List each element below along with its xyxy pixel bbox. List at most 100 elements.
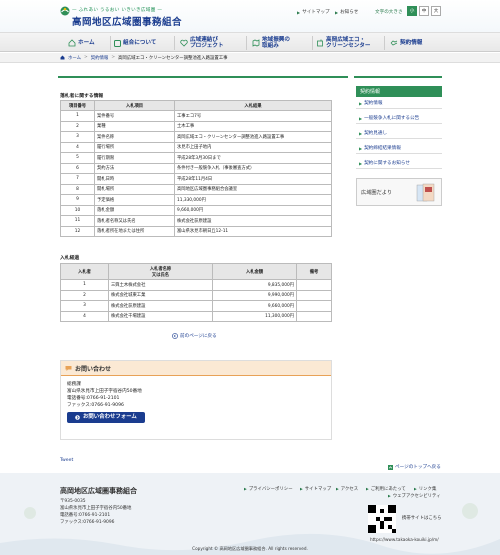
table-cell: 三興土木株式会社 — [108, 279, 213, 291]
nav-project[interactable]: 広域連結び プロジェクト — [180, 33, 224, 53]
banner-label: 広域圏だより — [361, 189, 393, 196]
nav-label: 高岡広域エコ・ クリーンセンター — [326, 37, 371, 49]
font-size-medium-button[interactable]: 中 — [419, 6, 429, 16]
footer-link-accessibility[interactable]: ▶ ウェブアクセシビリティ — [388, 493, 441, 499]
inquiry-form-button[interactable]: お問い合わせフォーム — [67, 412, 145, 423]
back-arrow-icon — [172, 333, 178, 339]
footer-link-access[interactable]: ▶ アクセス — [336, 486, 358, 492]
table-cell: 履行場所 — [94, 141, 175, 153]
table-cell: 8 — [60, 183, 95, 195]
table-cell — [296, 300, 332, 312]
table-cell: 開札場所 — [94, 183, 175, 195]
table-cell: 4 — [60, 141, 95, 153]
footer-link-terms[interactable]: ▶ ご利用にあたって — [366, 486, 406, 492]
inquiry-body: 総務課 富山県氷見市上田子字宿谷内50番地 電話番号:0766-91-2101 … — [61, 376, 331, 428]
nav-divider — [384, 36, 385, 50]
table-cell: 9,660,000円 — [212, 300, 297, 312]
sidebar-item-outlook[interactable]: ▶ 契約見通し — [356, 128, 442, 139]
table-cell: 氷見市上田子地内 — [174, 141, 332, 153]
table-cell: 2 — [60, 289, 109, 301]
sidebar-item-results[interactable]: ▶ 契約締結結果情報 — [356, 143, 442, 154]
breadcrumb-current: 高岡広域エコ・クリーンセンター調整池進入路設置工事 — [118, 55, 228, 61]
column-header: 入札金額 — [212, 263, 297, 280]
table-cell: 案件番号 — [94, 110, 175, 122]
arrow-icon: ▶ — [359, 115, 363, 121]
nav-about[interactable]: 組合について — [114, 33, 156, 53]
breadcrumb-separator: > — [111, 55, 115, 60]
table-cell — [296, 279, 332, 291]
table-row: 4 株式会社千場建設 11,300,000円 — [60, 310, 332, 322]
table-cell: 予定価格 — [94, 194, 175, 206]
footer-postal: 〒935-0035 — [60, 499, 86, 504]
footer-org-name: 高岡地区広域圏事務組合 — [60, 487, 137, 495]
inquiry-dept: 総務課 — [67, 382, 81, 387]
table-cell: 富山県氷見市朝日丘12-11 — [174, 225, 332, 237]
table-row: 10 落札金額 9,660,000円 — [60, 204, 332, 216]
font-size-large-button[interactable]: 大 — [431, 6, 441, 16]
nav-eco-center[interactable]: 高岡広域エコ・ クリーンセンター — [316, 33, 370, 53]
footer-link-sitemap[interactable]: ▶ サイトマップ — [300, 486, 331, 492]
bidding-section-title: 入札経過 — [60, 256, 80, 261]
table-cell: 1 — [60, 110, 95, 122]
page-title-rule — [58, 76, 348, 78]
table-cell: 高岡地区広域圏事務組合会議室 — [174, 183, 332, 195]
column-header: 入札者 — [60, 263, 109, 280]
newsletter-banner[interactable]: 広域圏だより — [356, 178, 442, 206]
font-size-small-button[interactable]: 小 — [407, 6, 417, 16]
table-row: 2 株式会社城東工業 9,990,000円 — [60, 289, 332, 301]
table-cell: 株式会社城東工業 — [108, 289, 213, 301]
breadcrumb-parent[interactable]: 契約情報 — [91, 55, 109, 61]
column-header: 入札項目 — [94, 100, 175, 111]
handshake-icon — [390, 40, 398, 46]
back-link[interactable]: 前のページに戻る — [172, 333, 217, 339]
bullet-icon: ▶ — [335, 9, 339, 15]
table-header-row: 項目番号 入札項目 入札結果 — [60, 100, 332, 111]
sidebar-item-public-notice[interactable]: ▶ 一般競争入札に関する公告 — [356, 113, 442, 124]
table-cell: 11,330,000円 — [174, 194, 332, 206]
news-link[interactable]: ▶ お知らせ — [335, 9, 358, 16]
table-row: 6 契約方法 条件付き一般競争入札（事後審査方式） — [60, 162, 332, 174]
table-row: 11 落札者名称又は氏名 株式会社荻原建設 — [60, 215, 332, 227]
sitemap-link[interactable]: ▶ サイトマップ — [297, 9, 330, 16]
table-row: 3 株式会社荻原建設 9,660,000円 — [60, 300, 332, 312]
table-row: 2 業種 土木工事 — [60, 120, 332, 132]
breadcrumb: ホーム > 契約情報 > 高岡広域エコ・クリーンセンター調整池進入路設置工事 — [0, 53, 500, 63]
footer-phone: 電話番号:0766-91-2101 — [60, 513, 111, 518]
page-top-link[interactable]: ページのトップへ戻る — [388, 464, 441, 470]
sidebar-item-contract-info[interactable]: ▶ 契約情報 — [356, 98, 442, 109]
table-cell: 条件付き一般競争入札（事後審査方式） — [174, 162, 332, 174]
table-cell: 7 — [60, 173, 95, 185]
inquiry-header: お問い合わせ — [61, 361, 331, 376]
site-name[interactable]: 高岡地区広域圏事務組合 — [72, 14, 182, 28]
table-row: 8 開札場所 高岡地区広域圏事務組合会議室 — [60, 183, 332, 195]
table-cell: 11,300,000円 — [212, 310, 297, 322]
footer-fax: ファックス:0766-91-9096 — [60, 520, 115, 525]
table-cell: 株式会社千場建設 — [108, 310, 213, 322]
newsletter-thumbnail-icon — [416, 183, 435, 202]
footer-link-links[interactable]: ▶ リンク集 — [414, 486, 436, 492]
breadcrumb-home[interactable]: ホーム — [68, 55, 81, 61]
mobile-site-label: 携帯サイトはこちら — [402, 516, 442, 521]
bullet-icon: ▶ — [300, 487, 303, 491]
mobile-site-url[interactable]: https://www.takaoka-kouiki.jp/m/ — [370, 537, 439, 542]
table-cell: 株式会社荻原建設 — [108, 300, 213, 312]
tweet-button[interactable]: Tweet — [60, 458, 73, 463]
bidder-table-body: 1 案件番号 工事エコ7号 2 業種 土木工事 3 案件名称 高岡広域エコ・クリーンセンター調整… — [60, 110, 332, 237]
nav-label: 広域連結び プロジェクト — [190, 37, 224, 49]
home-icon — [60, 55, 65, 60]
nav-home[interactable]: ホーム — [68, 33, 95, 53]
building-icon — [317, 39, 323, 47]
column-header: 入札者名称 又は氏名 — [108, 263, 213, 280]
table-cell: 3 — [60, 131, 95, 143]
sidebar-item-notices[interactable]: ▶ 契約に関するお知らせ — [356, 158, 442, 169]
footer-link-privacy[interactable]: ▶ プライバシーポリシー — [244, 486, 293, 492]
table-row: 4 履行場所 氷見市上田子地内 — [60, 141, 332, 153]
nav-contract[interactable]: 契約情報 — [390, 33, 422, 53]
arrow-icon: ▶ — [359, 100, 363, 106]
sidebar-title-rule — [354, 76, 442, 78]
nav-regional[interactable]: 地域振興の 取組み — [252, 33, 290, 53]
bullet-icon: ▶ — [366, 487, 369, 491]
nav-divider — [110, 36, 111, 50]
table-cell: 案件名称 — [94, 131, 175, 143]
heart-icon — [180, 39, 188, 47]
